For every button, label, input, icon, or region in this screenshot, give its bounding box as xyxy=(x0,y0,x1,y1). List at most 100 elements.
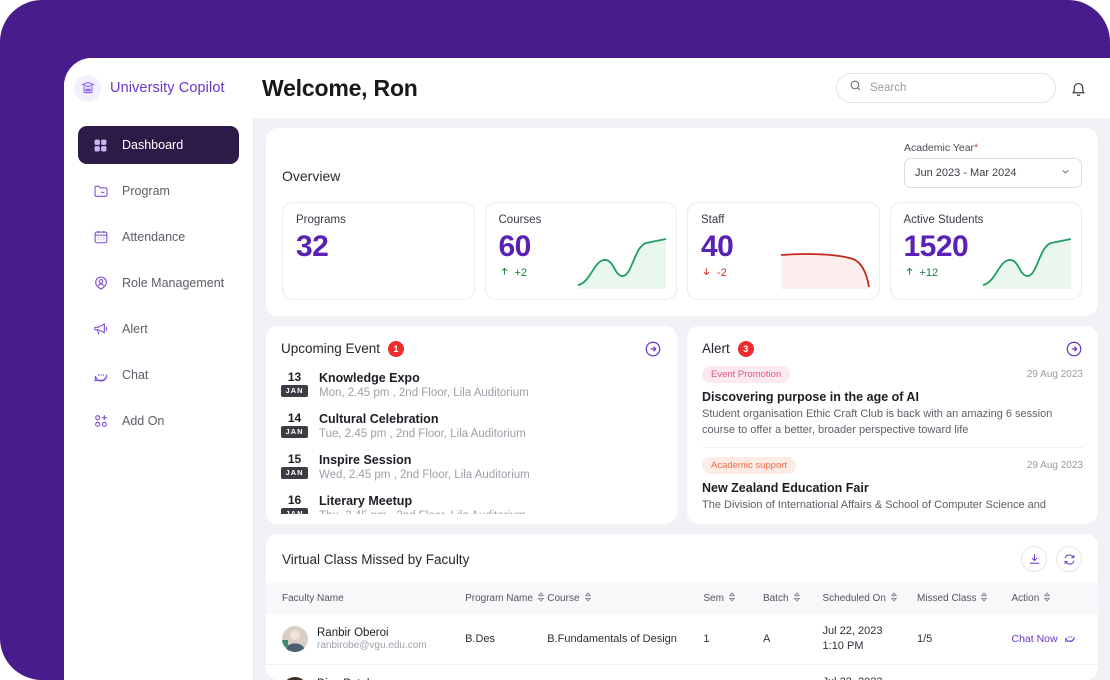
search-box[interactable] xyxy=(836,73,1056,103)
sort-icon xyxy=(890,592,898,605)
avatar xyxy=(282,676,308,680)
alert-arrow-right-circle-icon[interactable] xyxy=(1064,339,1083,358)
sort-icon xyxy=(728,592,736,605)
upcoming-event-panel: Upcoming Event 1 13 JAN Knowledge Expo M… xyxy=(266,326,677,524)
cell-scheduled-on: Jul 22, 2023 1:10 PM xyxy=(816,614,911,665)
event-body: Cultural Celebration Tue, 2.45 pm , 2nd … xyxy=(319,411,662,440)
sidebar-item-role-management[interactable]: Role Management xyxy=(78,264,239,302)
sidebar-item-label: Attendance xyxy=(122,230,186,244)
alert-header: Alert 3 xyxy=(687,326,1098,366)
event-day: 16 xyxy=(287,493,302,507)
cell-course: Finance xyxy=(541,664,698,680)
column-label: Action xyxy=(1011,593,1040,604)
table-title: Virtual Class Missed by Faculty xyxy=(282,551,470,567)
column-header-action[interactable]: Action xyxy=(1005,583,1098,614)
overview-header: Overview Academic Year* Jun 2023 - Mar 2… xyxy=(282,142,1082,188)
brand[interactable]: University Copilot xyxy=(64,74,254,102)
cell-course: B.Fundamentals of Design xyxy=(541,614,698,665)
cell-batch: A xyxy=(756,614,817,665)
list-item[interactable]: 13 JAN Knowledge Expo Mon, 2.45 pm , 2nd… xyxy=(281,366,662,407)
sidebar-item-label: Role Management xyxy=(122,276,225,290)
event-month: JAN xyxy=(281,508,308,514)
column-header-course[interactable]: Course xyxy=(541,583,698,614)
list-item[interactable]: 14 JAN Cultural Celebration Tue, 2.45 pm… xyxy=(281,407,662,448)
stat-card-staff: Staff 40 -2 xyxy=(687,202,880,300)
event-body: Literary Meetup Thu, 2.45 pm , 2nd Floor… xyxy=(319,493,662,514)
overview-card: Overview Academic Year* Jun 2023 - Mar 2… xyxy=(266,128,1098,316)
upcoming-event-arrow-right-circle-icon[interactable] xyxy=(643,339,662,358)
refresh-icon[interactable] xyxy=(1056,546,1082,572)
sidebar: Dashboard Program Attendance Role Manage… xyxy=(64,118,254,680)
app-window: University Copilot Welcome, Ron Search D… xyxy=(64,58,1110,680)
event-meta: Thu, 2.45 pm , 2nd Floor, Lila Auditoriu… xyxy=(319,510,662,514)
alert-item-desc: Student organisation Ethic Craft Club is… xyxy=(702,408,1053,436)
list-item[interactable]: Academic support 29 Aug 2023 New Zealand… xyxy=(702,446,1083,516)
search-input[interactable] xyxy=(870,82,1043,94)
sparkline-active-students xyxy=(982,238,1072,289)
column-header-scheduled-on[interactable]: Scheduled On xyxy=(816,583,911,614)
event-day: 14 xyxy=(287,411,302,425)
table-head: Faculty Name Program Name Course Sem Bat… xyxy=(266,583,1098,614)
scheduled-date: Jul 22, 2023 xyxy=(823,675,905,680)
faculty-email: ranbirobe@vgu.edu.com xyxy=(317,639,427,651)
cell-program: B.Des xyxy=(459,614,542,665)
upcoming-event-list: 13 JAN Knowledge Expo Mon, 2.45 pm , 2nd… xyxy=(266,366,677,514)
sidebar-item-chat[interactable]: Chat xyxy=(78,356,239,394)
chat-bubble-icon xyxy=(1064,631,1076,646)
faculty-name: Ranbir Oberoi xyxy=(317,626,389,639)
academic-year-select[interactable]: Jun 2023 - Mar 2024 xyxy=(904,158,1082,188)
stat-delta-value: -2 xyxy=(717,266,727,279)
sidebar-item-label: Alert xyxy=(122,322,148,336)
arrow-up-icon xyxy=(904,266,915,280)
sidebar-item-add-on[interactable]: Add On xyxy=(78,402,239,440)
sidebar-item-program[interactable]: Program xyxy=(78,172,239,210)
alert-item-title: Discovering purpose in the age of AI xyxy=(702,390,919,404)
graduation-cap-icon xyxy=(74,74,101,102)
table-actions xyxy=(1021,546,1082,572)
sidebar-item-alert[interactable]: Alert xyxy=(78,310,239,348)
top-bar: University Copilot Welcome, Ron xyxy=(64,58,1110,118)
arrow-up-icon xyxy=(499,266,510,280)
list-item[interactable]: 16 JAN Literary Meetup Thu, 2.45 pm , 2n… xyxy=(281,489,662,514)
brand-name: University Copilot xyxy=(110,80,225,96)
chat-now-button[interactable]: Chat Now xyxy=(1011,631,1075,646)
list-item[interactable]: 15 JAN Inspire Session Wed, 2.45 pm , 2n… xyxy=(281,448,662,489)
table-row[interactable]: Diya Patel diyapat@vgu.edu.com MBA Finan… xyxy=(266,664,1098,680)
stat-card-courses: Courses 60 +2 xyxy=(484,202,677,300)
event-meta: Mon, 2.45 pm , 2nd Floor, Lila Auditoriu… xyxy=(319,387,529,399)
upcoming-event-count-badge: 1 xyxy=(388,340,405,357)
download-icon[interactable] xyxy=(1021,546,1047,572)
upcoming-event-header: Upcoming Event 1 xyxy=(266,326,677,366)
sparkline-staff xyxy=(780,253,870,289)
event-body: Knowledge Expo Mon, 2.45 pm , 2nd Floor,… xyxy=(319,370,662,399)
sparkline-courses xyxy=(577,238,667,289)
avatar xyxy=(282,625,308,652)
stat-cards: Programs 32 Courses 60 +2 Staff 40 -2 Ac… xyxy=(282,202,1082,300)
bell-icon[interactable] xyxy=(1068,78,1088,98)
list-item[interactable]: Event Promotion 29 Aug 2023 Discovering … xyxy=(702,366,1083,447)
event-date: 15 JAN xyxy=(281,452,308,479)
top-bar-right xyxy=(836,73,1110,103)
cell-missed-class: 1/5 xyxy=(911,664,1006,680)
alert-panel: Alert 3 Event Promotion 29 Aug 2023 Disc… xyxy=(687,326,1098,524)
chat-bubble-icon xyxy=(92,367,109,384)
sidebar-item-dashboard[interactable]: Dashboard xyxy=(78,126,239,164)
megaphone-icon xyxy=(92,321,109,338)
column-header-missed-class[interactable]: Missed Class xyxy=(911,583,1006,614)
sidebar-item-attendance[interactable]: Attendance xyxy=(78,218,239,256)
stat-delta-value: +12 xyxy=(919,266,939,279)
cell-missed-class: 1/5 xyxy=(911,614,1006,665)
body-row: Dashboard Program Attendance Role Manage… xyxy=(64,118,1110,680)
table-row[interactable]: Ranbir Oberoi ranbirobe@vgu.edu.com B.De… xyxy=(266,614,1098,665)
column-header-batch[interactable]: Batch xyxy=(756,583,817,614)
upcoming-event-title: Upcoming Event xyxy=(281,341,381,356)
sidebar-item-label: Add On xyxy=(122,414,165,428)
event-meta: Tue, 2.45 pm , 2nd Floor, Lila Auditoriu… xyxy=(319,428,526,440)
chevron-down-icon xyxy=(1060,166,1071,180)
virtual-class-table: Faculty Name Program Name Course Sem Bat… xyxy=(266,583,1098,680)
stat-card-programs: Programs 32 xyxy=(282,202,475,300)
column-header-program-name[interactable]: Program Name xyxy=(459,583,545,614)
cell-batch: B xyxy=(756,664,817,680)
sort-icon xyxy=(980,592,988,605)
column-header-sem[interactable]: Sem xyxy=(697,583,757,614)
